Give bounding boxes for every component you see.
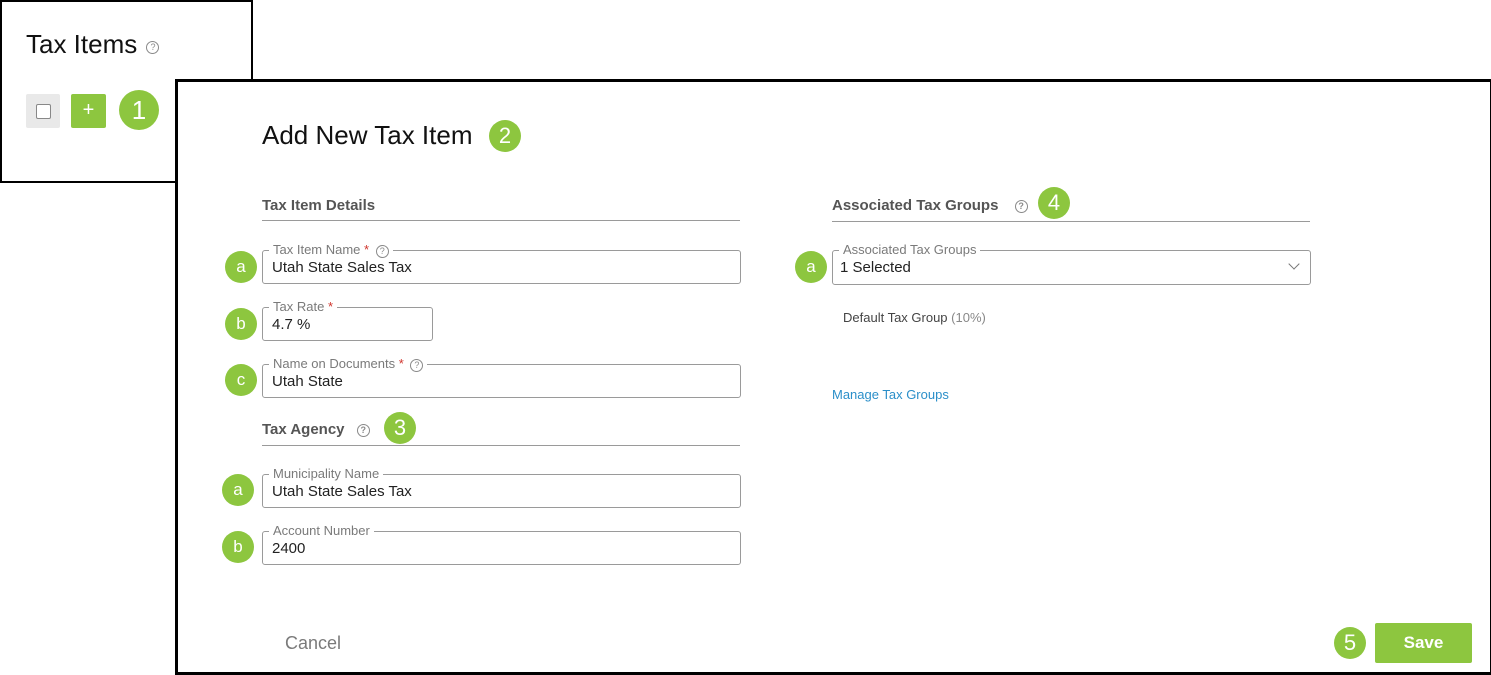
callout-badge: 3 (384, 412, 416, 444)
field-label-text: Associated Tax Groups (843, 242, 977, 257)
field-label: Name on Documents * ? (269, 356, 428, 372)
section-title-text: Tax Agency (262, 421, 345, 438)
divider (832, 221, 1310, 222)
chevron-down-icon (1288, 258, 1300, 270)
municipality-name-value: Utah State Sales Tax (272, 483, 412, 500)
associated-tax-groups-value: 1 Selected (840, 259, 911, 276)
section-title-text: Associated Tax Groups (832, 197, 999, 214)
field-marker: c (225, 364, 257, 396)
field-marker: a (225, 251, 257, 283)
field-label: Associated Tax Groups (839, 242, 981, 257)
required-marker: * (364, 242, 370, 257)
field-label: Municipality Name (269, 466, 384, 481)
add-tax-item-button[interactable]: + (71, 94, 106, 128)
callout-badge: 1 (119, 90, 159, 130)
required-marker: * (327, 299, 333, 314)
selected-tax-group-name: Default Tax Group (843, 310, 948, 325)
callout-badge: 4 (1038, 187, 1070, 219)
field-label-text: Tax Rate (273, 299, 325, 314)
municipality-name-field[interactable]: Municipality Name Utah State Sales Tax (262, 466, 741, 508)
help-icon[interactable]: ? (146, 41, 160, 54)
save-button[interactable]: Save (1375, 623, 1472, 663)
required-marker: * (398, 356, 404, 371)
tax-item-name-field[interactable]: Tax Item Name * ? Utah State Sales Tax (262, 242, 741, 284)
help-icon[interactable]: ? (356, 424, 370, 437)
name-on-documents-value: Utah State (272, 373, 343, 390)
field-label: Tax Item Name * ? (269, 242, 393, 258)
tax-item-name-value: Utah State Sales Tax (272, 259, 412, 276)
help-icon[interactable]: ? (1014, 200, 1028, 213)
field-label-text: Tax Item Name (273, 242, 361, 257)
select-all-container (26, 94, 60, 128)
field-label-text: Municipality Name (273, 466, 380, 481)
callout-badge: 5 (1334, 627, 1366, 659)
field-label-text: Name on Documents (273, 356, 396, 371)
tax-rate-field[interactable]: Tax Rate * 4.7 % (262, 299, 433, 341)
associated-tax-groups-select[interactable]: Associated Tax Groups 1 Selected (832, 242, 1311, 285)
field-label-text: Account Number (273, 523, 370, 538)
dialog-title: Add New Tax Item (262, 120, 473, 150)
help-icon[interactable]: ? (375, 245, 389, 258)
cancel-button[interactable]: Cancel (285, 633, 341, 654)
selected-tax-group-rate: (10%) (951, 310, 986, 325)
divider (262, 445, 740, 446)
field-marker: a (222, 474, 254, 506)
section-title-details: Tax Item Details (262, 197, 376, 214)
callout-badge: 2 (489, 120, 521, 152)
help-icon[interactable]: ? (410, 359, 424, 372)
field-marker: b (222, 531, 254, 563)
name-on-documents-field[interactable]: Name on Documents * ? Utah State (262, 356, 741, 398)
field-marker: a (795, 251, 827, 283)
field-label: Tax Rate * (269, 299, 337, 314)
selected-tax-group: Default Tax Group (10%) (843, 310, 986, 325)
field-label: Account Number (269, 523, 374, 538)
field-marker: b (225, 308, 257, 340)
select-all-checkbox[interactable] (36, 104, 51, 119)
section-title-groups: Associated Tax Groups ? (832, 197, 1028, 214)
manage-tax-groups-link[interactable]: Manage Tax Groups (832, 387, 949, 402)
account-number-field[interactable]: Account Number 2400 (262, 523, 741, 565)
page-title: Tax Items ? (26, 29, 160, 60)
tax-rate-value: 4.7 % (272, 316, 311, 333)
page-title-text: Tax Items (26, 29, 138, 59)
account-number-value: 2400 (272, 540, 306, 557)
section-title-agency: Tax Agency ? (262, 421, 370, 438)
divider (262, 220, 740, 221)
